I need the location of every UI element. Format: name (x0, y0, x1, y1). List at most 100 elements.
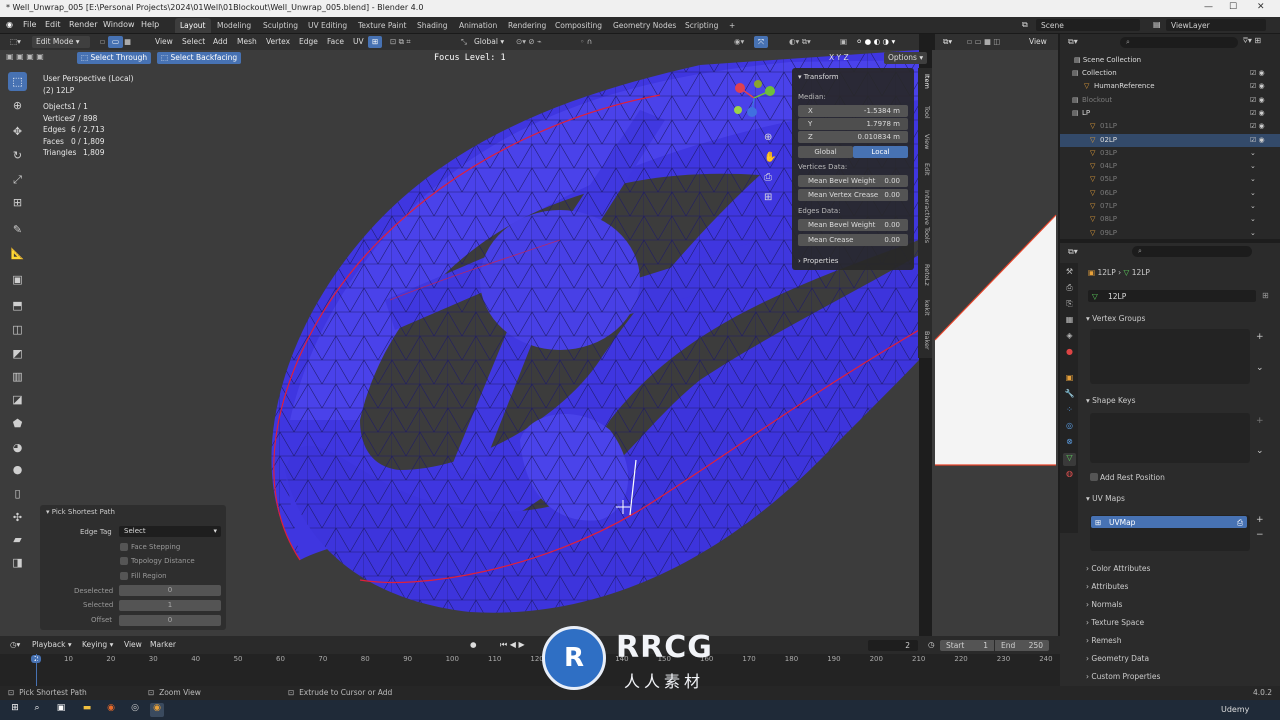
poly-build-tool-icon[interactable]: ⬟ (8, 414, 27, 433)
tab-baker[interactable]: Baker (919, 331, 931, 350)
outliner-row[interactable]: 04LP ▽ ⌄ (1060, 160, 1280, 173)
output-props-icon[interactable]: ⎘ (1063, 299, 1076, 312)
properties-subpanel[interactable]: › Properties (798, 257, 838, 265)
overlay-toggle-icon[interactable]: ◐▾ ⧉▾ (785, 36, 815, 48)
properties-editor-icon[interactable]: ⧉▾ (1068, 247, 1078, 257)
edge-bevel-weight-field[interactable]: Mean Bevel Weight 0.00 (798, 219, 908, 231)
menu-help[interactable]: Help (141, 20, 159, 29)
outliner-row[interactable]: 01LP ▽ ☑ ◉ (1060, 120, 1280, 133)
mesh-name-field[interactable]: ▽ 12LP (1088, 290, 1256, 302)
topology-distance-checkbox[interactable] (120, 557, 128, 565)
outliner-row[interactable]: Blockout ▤ ☑ ◉ (1060, 94, 1280, 107)
options-dropdown[interactable]: Options ▾ (884, 52, 928, 64)
view-layer-props-icon[interactable]: ▦ (1063, 315, 1076, 328)
camera-icon[interactable]: ⎙ (764, 168, 780, 188)
axis-gizmo-icon[interactable] (728, 78, 780, 118)
inset-tool-icon[interactable]: ◫ (8, 320, 27, 339)
menu-edge[interactable]: Edge (295, 36, 322, 48)
edge-tag-dropdown[interactable]: Select ▾ (119, 526, 221, 537)
shape-keys-panel[interactable]: ▾ Shape Keys (1086, 396, 1276, 405)
axis-lock-xyz[interactable]: X Y Z (829, 53, 849, 62)
normals-panel[interactable]: › Normals (1086, 600, 1276, 609)
smooth-tool-icon[interactable]: ● (8, 460, 27, 479)
navigation-gizmo[interactable] (728, 78, 780, 118)
spin-tool-icon[interactable]: ◕ (8, 438, 27, 457)
outliner-row[interactable]: 08LP ▽ ⌄ (1060, 213, 1280, 226)
visibility-toggle-icon[interactable]: ⌄ (1250, 175, 1256, 183)
constraints-props-icon[interactable]: ⊗ (1063, 437, 1076, 450)
scale-tool-icon[interactable]: ⤢ (8, 170, 27, 189)
firefox-icon[interactable]: ◉ (104, 703, 118, 717)
outliner-row[interactable]: 06LP ▽ ⌄ (1060, 187, 1280, 200)
zoom-icon[interactable]: ⊕ (764, 128, 780, 148)
visibility-toggle-icon[interactable]: ☑ ◉ (1250, 136, 1265, 144)
playback-controls-icon[interactable]: ⏮ ◀ ▶ (496, 639, 529, 651)
rip-tool-icon[interactable]: ◨ (8, 553, 27, 572)
knife-tool-icon[interactable]: ◪ (8, 390, 27, 409)
add-uv-map-icon[interactable]: + (1256, 515, 1264, 525)
uv-map-item[interactable]: ⊞ UVMap ⎙ (1091, 516, 1247, 528)
outliner-row[interactable]: LP ▤ ☑ ◉ (1060, 107, 1280, 120)
shading-solid-icon[interactable]: ⚪ ● ◐ ◑ ▾ (852, 36, 899, 48)
shape-keys-list[interactable] (1090, 413, 1250, 463)
tab-view[interactable]: View (919, 134, 931, 149)
start-frame-field[interactable]: Start 1 (940, 640, 994, 651)
local-toggle[interactable]: Local (853, 146, 908, 158)
ortho-grid-icon[interactable]: ⊞ (764, 188, 780, 208)
select-through-toggle[interactable]: ⬚ Select Through (77, 52, 152, 64)
move-tool-icon[interactable]: ✥ (8, 122, 27, 141)
visibility-toggle-icon[interactable]: ☑ ◉ (1250, 82, 1265, 90)
menu-render[interactable]: Render (69, 20, 97, 29)
select-backfacing-toggle[interactable]: ⬚ Select Backfacing (157, 52, 242, 64)
transform-header[interactable]: ▾ Transform (798, 73, 839, 81)
proportional-edit-icon[interactable]: ◦ ∩ (576, 36, 596, 48)
vertex-groups-panel[interactable]: ▾ Vertex Groups (1086, 314, 1276, 323)
menu-vertex[interactable]: Vertex (262, 36, 294, 48)
median-x-field[interactable]: X -1.5384 m (798, 105, 908, 117)
annotate-tool-icon[interactable]: ✎ (8, 220, 27, 239)
snap-icon[interactable]: ⊡ ⧉ ⌗ (386, 36, 415, 48)
file-explorer-icon[interactable]: ▬ (80, 703, 94, 717)
selection-mode-icons[interactable]: ▣ ▣ ▣ ▣ (6, 52, 61, 64)
orientation-dropdown[interactable]: Global ▾ (470, 36, 508, 48)
tab-texture-paint[interactable]: Texture Paint (353, 18, 411, 33)
pan-hand-icon[interactable]: ✋ (764, 148, 780, 168)
visibility-toggle-icon[interactable]: ☑ ◉ (1250, 69, 1265, 77)
edge-slide-tool-icon[interactable]: ▯ (8, 484, 27, 503)
editor-mode-icons[interactable]: ▫ ▭ ■ ◫ (963, 36, 1005, 48)
editor-type-2-icon[interactable]: ⧉▾ (939, 36, 956, 48)
menu-mesh[interactable]: Mesh (233, 36, 261, 48)
menu-select[interactable]: Select (178, 36, 209, 48)
edge-crease-field[interactable]: Mean Crease 0.00 (798, 234, 908, 246)
visibility-icon[interactable]: ◉▾ (730, 36, 748, 48)
deselected-field[interactable]: 0 (119, 585, 221, 596)
object-props-icon[interactable]: ▣ (1063, 373, 1076, 386)
end-frame-field[interactable]: End 250 (995, 640, 1049, 651)
menu-edit[interactable]: Edit (45, 20, 61, 29)
uv-maps-panel[interactable]: ▾ UV Maps (1086, 494, 1276, 503)
timeline-editor-icon[interactable]: ◷▾ (6, 639, 24, 651)
menu-add[interactable]: Add (209, 36, 232, 48)
mean-vertex-crease-field[interactable]: Mean Vertex Crease 0.00 (798, 189, 908, 201)
visibility-toggle-icon[interactable]: ⌄ (1250, 189, 1256, 197)
shrink-fatten-tool-icon[interactable]: ✣ (8, 508, 27, 527)
selected-field[interactable]: 1 (119, 600, 221, 611)
add-workspace-button[interactable]: + (724, 18, 740, 33)
pin-icon[interactable]: ⊞ (1262, 291, 1269, 300)
editor-type-icon[interactable]: ⬚▾ (6, 36, 25, 48)
visibility-toggle-icon[interactable]: ☑ ◉ (1250, 122, 1265, 130)
tab-retolz[interactable]: RetoLz (919, 264, 931, 286)
visibility-toggle-icon[interactable]: ☑ ◉ (1250, 96, 1265, 104)
mean-bevel-weight-field[interactable]: Mean Bevel Weight 0.00 (798, 175, 908, 187)
add-cube-tool-icon[interactable]: ▣ (8, 270, 27, 289)
visibility-toggle-icon[interactable]: ⌄ (1250, 215, 1256, 223)
menu-window[interactable]: Window (103, 20, 135, 29)
menu-view-2[interactable]: View (1025, 36, 1051, 48)
measure-tool-icon[interactable]: 📐 (8, 244, 27, 263)
offset-field[interactable]: 0 (119, 615, 221, 626)
face-stepping-checkbox[interactable] (120, 543, 128, 551)
minimize-button[interactable]: — (1204, 2, 1213, 12)
tab-rendering[interactable]: Rendering (503, 18, 551, 33)
transform-tool-icon[interactable]: ⊞ (8, 193, 27, 212)
scene-props-icon[interactable]: ◈ (1063, 331, 1076, 344)
